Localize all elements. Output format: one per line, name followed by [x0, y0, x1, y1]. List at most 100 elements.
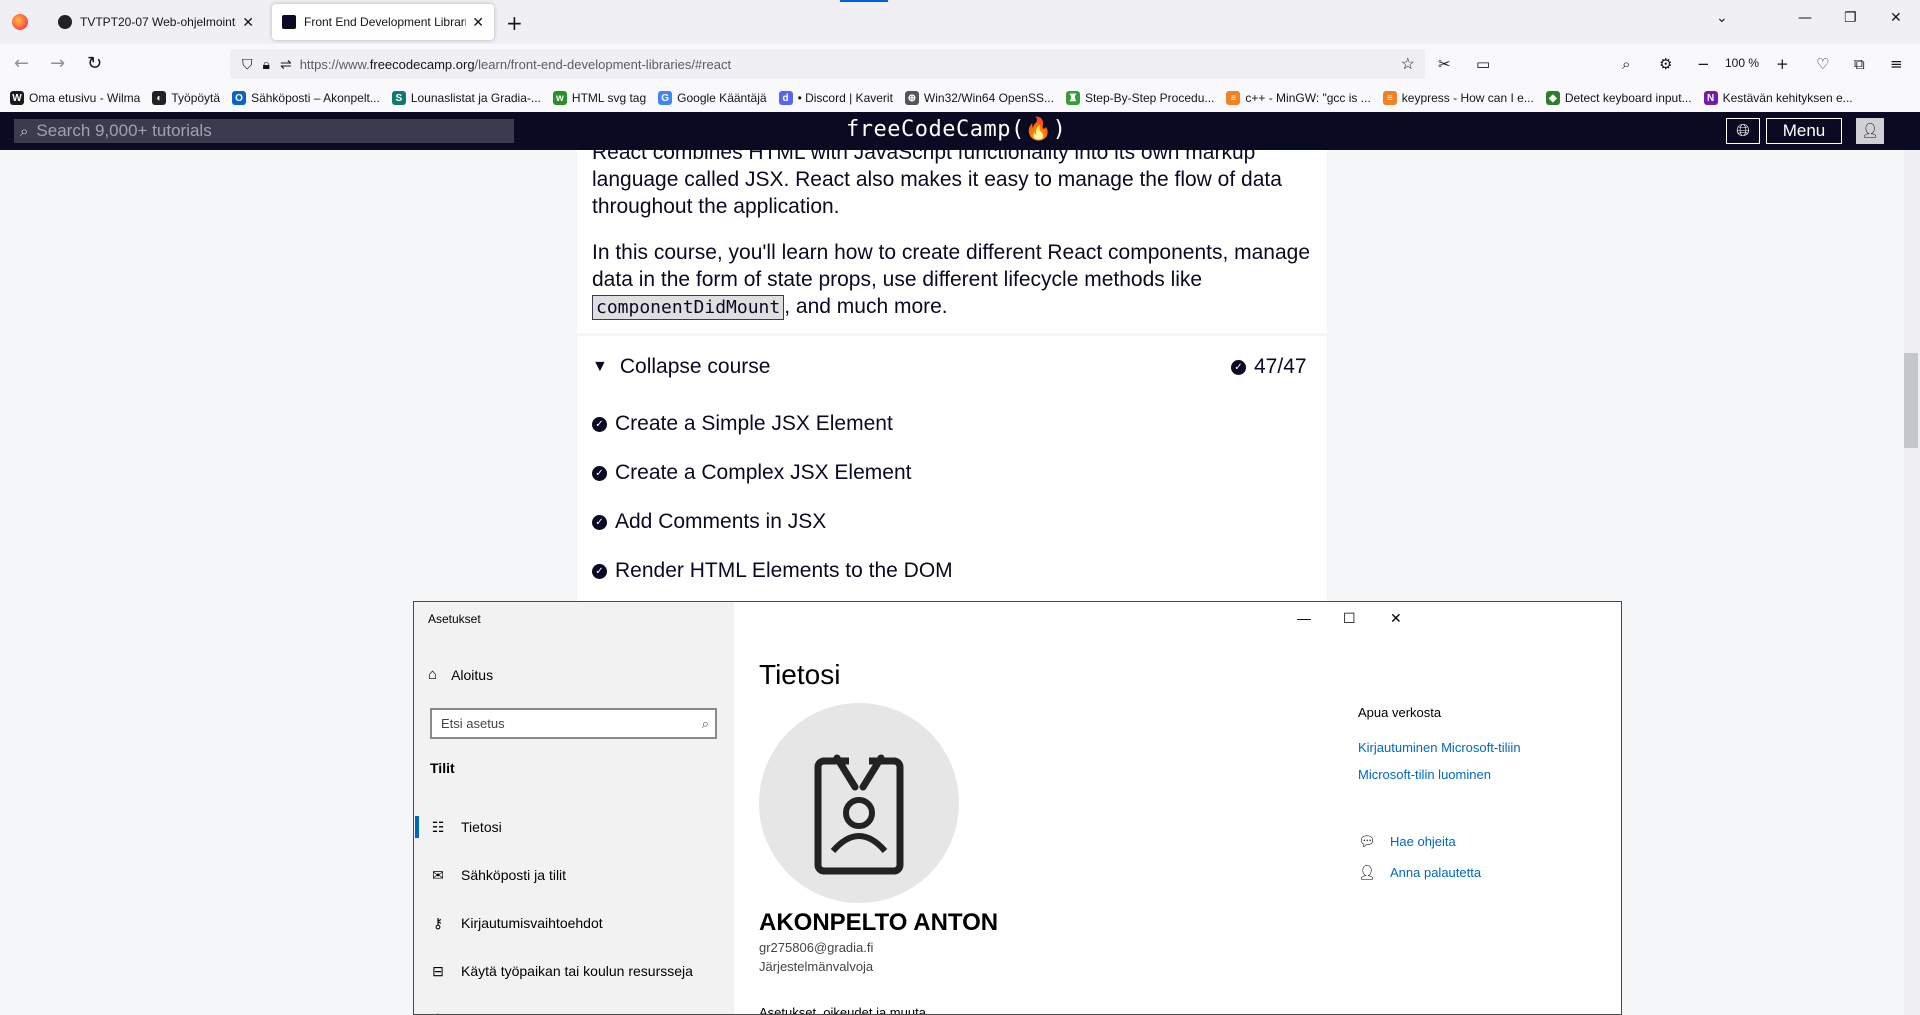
give-feedback-label: Anna palautetta — [1390, 865, 1482, 880]
fcc-favicon-icon — [282, 15, 296, 29]
plus-icon[interactable]: + — [506, 11, 523, 35]
tab-title: TVTPT20-07 Web-ohjelmointi, L — [80, 15, 237, 29]
screenshot-icon[interactable]: ✂ — [1438, 55, 1451, 73]
bookmark-item[interactable]: ≡ keypress - How can I e... — [1382, 91, 1534, 105]
back-icon[interactable]: ← — [14, 53, 29, 74]
sidebar-item-label: Tietosi — [461, 819, 502, 835]
course-description-paragraph: In this course, you'll learn how to crea… — [592, 241, 1311, 320]
sidebar-item-tietosi[interactable]: ☷ Tietosi — [414, 809, 734, 845]
get-help-link[interactable]: 💬︎ Hae ohjeita — [1358, 833, 1456, 850]
lesson-link[interactable]: ✓ Render HTML Elements to the DOM — [592, 559, 953, 583]
fcc-logo[interactable]: freeCodeCamp(🔥) — [846, 117, 1066, 142]
search-icon[interactable]: ⌕ — [1622, 55, 1630, 73]
permissions-icon[interactable]: ⇌ — [280, 56, 292, 73]
restore-icon[interactable]: ❐ — [1844, 10, 1857, 26]
bookmark-favicon-icon: ♜ — [1065, 91, 1080, 105]
sidebar-item-label: Käytä työpaikan tai koulun resursseja — [461, 963, 693, 979]
triangle-down-icon: ▼ — [592, 358, 608, 375]
sidebar-item-label: Kirjautumisvaihtoehdot — [461, 915, 603, 931]
bookmark-item[interactable]: O Sähköposti – Akonpelt... — [232, 91, 380, 105]
tab-front-end-development[interactable]: Front End Development Librarie ✕ — [272, 4, 494, 40]
maximize-icon[interactable]: ☐ — [1343, 610, 1356, 627]
zoom-in-icon[interactable]: + — [1776, 55, 1789, 73]
bookmark-favicon-icon: S — [391, 91, 406, 105]
zoom-out-icon[interactable]: − — [1697, 55, 1710, 73]
bookmark-item[interactable]: ≡ c++ - MinGW: "gcc is ... — [1226, 91, 1371, 105]
url-text[interactable]: https://www.freecodecamp.org/learn/front… — [300, 57, 731, 72]
gear-icon[interactable]: ⚙ — [1659, 55, 1672, 73]
help-link-ms-create[interactable]: Microsoft-tilin luominen — [1358, 767, 1491, 782]
lesson-link[interactable]: ✓ Create a Simple JSX Element — [592, 412, 893, 436]
bookmark-item[interactable]: d • Discord | Kaverit — [778, 91, 893, 105]
bookmark-star-icon[interactable]: ☆ — [1401, 54, 1415, 74]
sidebar-item-kirjautumisvaihtoehdot[interactable]: ⚷ Kirjautumisvaihtoehdot — [414, 905, 734, 941]
bookmark-label: Google Kääntäjä — [677, 91, 767, 105]
bookmark-item[interactable]: W Oma etusivu - Wilma — [10, 91, 140, 105]
firefox-menu-icon[interactable] — [12, 14, 28, 30]
bookmark-favicon-icon: ◆ — [1545, 91, 1560, 105]
help-link-ms-signin[interactable]: Kirjautuminen Microsoft-tiliin — [1358, 740, 1521, 755]
bookmark-item[interactable]: ◆ Detect keyboard input... — [1545, 91, 1692, 105]
settings-window-title: Asetukset — [428, 612, 481, 626]
lesson-link[interactable]: ✓ Add Comments in JSX — [592, 510, 826, 534]
get-help-label: Hae ohjeita — [1390, 834, 1456, 849]
bookmark-item[interactable]: S Lounaslistat ja Gradia-... — [391, 91, 541, 105]
bookmark-label: HTML svg tag — [571, 91, 647, 105]
sidebar-item-tyopaikka[interactable]: ⊟ Käytä työpaikan tai koulun resursseja — [414, 953, 734, 989]
forward-icon[interactable]: → — [50, 53, 65, 74]
check-circle-icon: ✓ — [592, 465, 607, 481]
bookmark-item[interactable]: N Kestävän kehityksen e... — [1703, 91, 1853, 105]
bookmark-favicon-icon: d — [778, 91, 793, 105]
scrollbar-thumb[interactable] — [1904, 353, 1918, 448]
tracking-shield-icon[interactable]: ⛉ — [242, 56, 253, 73]
bookmark-item[interactable]: ⊕ Win32/Win64 OpenSS... — [904, 91, 1054, 105]
minimize-icon[interactable]: — — [1798, 10, 1812, 26]
bookmark-label: Kestävän kehityksen e... — [1722, 91, 1853, 105]
list-all-tabs-icon[interactable]: ⌄ — [1716, 10, 1728, 26]
bookmark-item[interactable]: ◐ Työpöytä — [152, 91, 220, 105]
page-title: Tietosi — [759, 659, 841, 690]
reader-view-icon[interactable]: ▭ — [1476, 55, 1490, 73]
give-feedback-link[interactable]: 👤︎ Anna palautetta — [1358, 864, 1481, 881]
check-circle-icon: ✓ — [1231, 359, 1246, 375]
pocket-icon[interactable]: ♡ — [1816, 55, 1829, 73]
language-globe-icon[interactable]: 🌐︎ — [1726, 118, 1760, 144]
tab-web-ohjelmointi[interactable]: TVTPT20-07 Web-ohjelmointi, L ✕ — [48, 4, 264, 40]
check-circle-icon: ✓ — [592, 514, 607, 530]
fcc-menu-button[interactable]: Menu — [1766, 118, 1842, 144]
user-avatar-icon[interactable]: 👤︎ — [1856, 118, 1884, 144]
person-card-icon: ☷ — [431, 818, 445, 835]
bookmark-item[interactable]: w HTML svg tag — [552, 91, 647, 105]
extensions-icon[interactable]: ⧉ — [1854, 55, 1865, 73]
zoom-level[interactable]: 100 % — [1725, 56, 1759, 70]
course-progress: ✓ 47/47 — [1231, 355, 1307, 379]
help-heading: Apua verkosta — [1358, 705, 1442, 720]
collapse-course-button[interactable]: ▼ Collapse course — [592, 355, 770, 379]
bookmark-item[interactable]: G Google Kääntäjä — [658, 91, 767, 105]
bookmark-label: • Discord | Kaverit — [797, 91, 893, 105]
check-circle-icon: ✓ — [592, 416, 607, 432]
bookmark-label: Oma etusivu - Wilma — [29, 91, 141, 105]
close-icon[interactable]: ✕ — [1390, 610, 1402, 627]
lock-icon[interactable]: 🔒︎ — [263, 56, 270, 73]
hamburger-menu-icon[interactable]: ≡ — [1890, 55, 1903, 73]
settings-home-link[interactable]: ⌂ Aloitus — [428, 666, 493, 683]
fcc-search-input[interactable]: ⌕ Search 9,000+ tutorials — [14, 119, 514, 143]
tab-strip: TVTPT20-07 Web-ohjelmointi, L ✕ Front En… — [0, 0, 1920, 44]
minimize-icon[interactable]: — — [1297, 610, 1311, 626]
bookmark-label: Detect keyboard input... — [1564, 91, 1692, 105]
close-tab-icon[interactable]: ✕ — [472, 14, 484, 31]
close-window-icon[interactable]: ✕ — [1890, 10, 1902, 26]
bookmark-item[interactable]: ♜ Step-By-Step Procedu... — [1065, 91, 1214, 105]
settings-search-input[interactable]: Etsi asetus ⌕ — [430, 708, 717, 739]
bookmark-favicon-icon: ◐ — [152, 91, 167, 105]
bookmark-label: keypress - How can I e... — [1401, 91, 1534, 105]
sidebar-item-sahkoposti[interactable]: ✉ Sähköposti ja tilit — [414, 857, 734, 893]
address-bar[interactable]: ⛉ 🔒︎ ⇌ https://www.freecodecamp.org/lear… — [230, 49, 1425, 79]
user-email: gr275806@gradia.fi — [759, 940, 874, 955]
reload-icon[interactable]: ↻ — [87, 53, 102, 74]
lesson-link[interactable]: ✓ Create a Complex JSX Element — [592, 461, 911, 485]
close-tab-icon[interactable]: ✕ — [242, 14, 254, 31]
page-scrollbar[interactable] — [1904, 150, 1920, 1015]
sidebar-item-more[interactable]: ⚲ — [414, 1001, 734, 1015]
